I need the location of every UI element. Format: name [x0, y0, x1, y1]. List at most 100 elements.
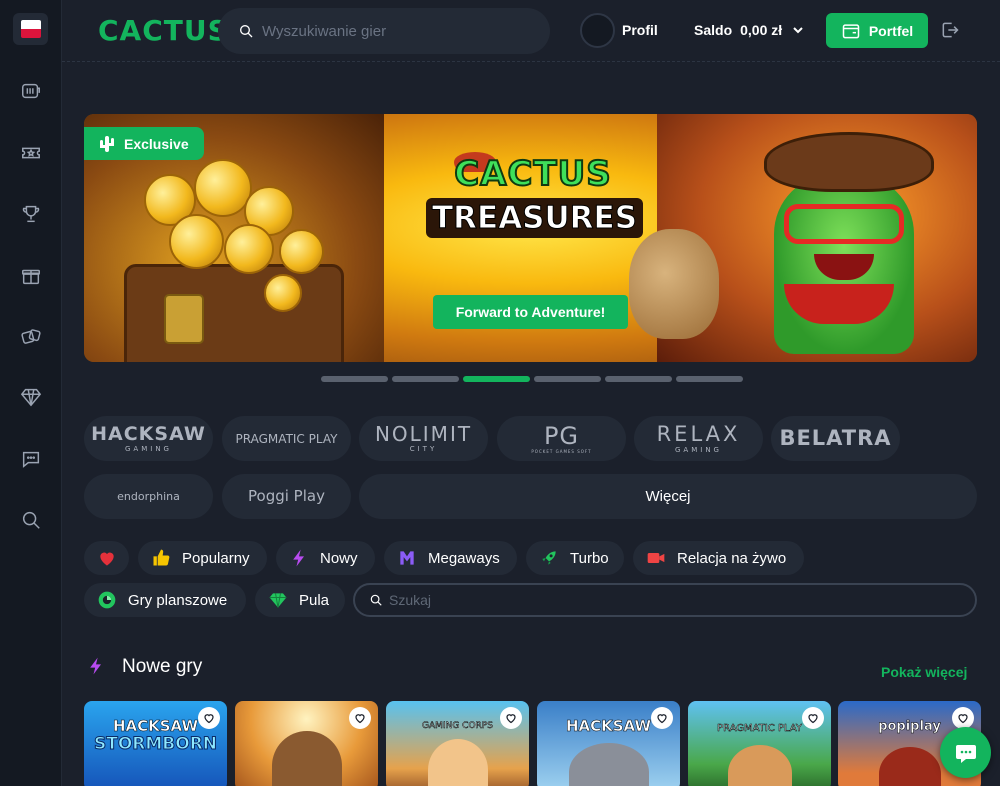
balance-dropdown[interactable]: Saldo 0,00 zł	[694, 22, 804, 38]
gold-coin	[169, 214, 224, 269]
heart-icon	[808, 714, 818, 724]
category-new[interactable]: Nowy	[276, 541, 375, 575]
promo-banner[interactable]: Exclusive CACTUS TREASURES Forward to Ad…	[84, 114, 977, 362]
logo[interactable]: CACTUS	[98, 14, 229, 47]
slot-machine-icon[interactable]	[17, 77, 45, 105]
live-chat-button[interactable]	[940, 727, 991, 778]
provider-poggi[interactable]: Poggi Play	[222, 474, 351, 519]
favorite-button[interactable]	[952, 707, 974, 729]
favorite-button[interactable]	[500, 707, 522, 729]
mascot-glasses	[784, 204, 904, 244]
favorite-button[interactable]	[349, 707, 371, 729]
game-card[interactable]: PRAGMATIC PLAY	[688, 701, 831, 786]
category-label: Gry planszowe	[128, 591, 228, 609]
slide-dot[interactable]	[534, 376, 601, 382]
search-icon[interactable]	[17, 506, 45, 534]
section-title: Nowe gry	[122, 656, 203, 677]
category-board-games[interactable]: Gry planszowe	[84, 583, 246, 617]
megaways-icon	[396, 547, 418, 569]
balance-label: Saldo	[694, 22, 733, 38]
sidebar	[0, 0, 62, 786]
live-camera-icon	[645, 547, 667, 569]
banner-cta-button[interactable]: Forward to Adventure!	[433, 295, 628, 329]
wallet-button[interactable]: Portfel	[826, 13, 928, 48]
game-card[interactable]: HACKSAW STORMBORN	[84, 701, 227, 786]
provider-name: PG	[543, 421, 580, 450]
game-title: STORMBORN	[93, 734, 218, 755]
category-search-input[interactable]	[389, 592, 949, 608]
board-games-icon	[96, 589, 118, 611]
polish-flag-icon	[20, 20, 41, 38]
provider-pg[interactable]: PG POCKET GAMES SOFT	[497, 416, 626, 461]
chat-bubble-icon	[955, 744, 976, 763]
game-card[interactable]: HACKSAW	[537, 701, 680, 786]
language-selector[interactable]	[13, 13, 48, 45]
game-character	[878, 747, 941, 786]
provider-name: NOLIMIT	[374, 422, 473, 446]
favorite-button[interactable]	[802, 707, 824, 729]
lightning-icon	[288, 547, 310, 569]
provider-relax[interactable]: RELAX GAMING	[634, 416, 763, 461]
favorites-chip[interactable]	[84, 541, 129, 575]
logout-icon	[942, 22, 959, 38]
slide-dot[interactable]	[321, 376, 388, 382]
slide-dot[interactable]	[676, 376, 743, 382]
slide-dot[interactable]	[392, 376, 459, 382]
show-more-link[interactable]: Pokaż więcej	[881, 664, 967, 680]
chat-icon[interactable]	[17, 445, 45, 473]
game-card[interactable]	[235, 701, 378, 786]
gold-coin	[224, 224, 274, 274]
dice-icon[interactable]	[17, 323, 45, 351]
logout-button[interactable]	[940, 20, 962, 42]
category-label: Pula	[299, 591, 330, 609]
category-jackpot[interactable]: Pula	[255, 583, 345, 617]
chevron-down-icon	[793, 27, 803, 34]
provider-sub: POCKET GAMES SOFT	[531, 448, 592, 454]
game-card[interactable]: GAMING CORPS	[386, 701, 529, 786]
trophy-icon[interactable]	[17, 200, 45, 228]
game-character	[427, 739, 488, 786]
gift-icon[interactable]	[17, 262, 45, 290]
provider-belatra[interactable]: BELATRA	[771, 416, 900, 461]
avatar[interactable]	[580, 13, 615, 48]
heart-icon	[657, 714, 667, 724]
provider-hacksaw[interactable]: HACKSAW GAMING	[84, 416, 213, 461]
category-megaways[interactable]: Megaways	[384, 541, 517, 575]
provider-name: endorphina	[117, 490, 180, 503]
category-live[interactable]: Relacja na żywo	[633, 541, 804, 575]
category-label: Relacja na żywo	[677, 549, 787, 567]
heart-icon	[958, 714, 968, 724]
search-icon	[370, 594, 382, 606]
provider-name: BELATRA	[779, 426, 892, 450]
heart-icon	[204, 714, 214, 724]
provider-nolimit[interactable]: NOLIMIT CITY	[359, 416, 488, 461]
providers-more-button[interactable]: Więcej	[359, 474, 977, 519]
provider-pragmatic[interactable]: PRAGMATIC PLAY	[222, 416, 351, 461]
provider-endorphina[interactable]: endorphina	[84, 474, 213, 519]
search-icon	[240, 25, 253, 38]
game-search-input[interactable]	[262, 22, 522, 40]
favorite-button[interactable]	[198, 707, 220, 729]
diamond-icon[interactable]	[17, 383, 45, 411]
slide-dot[interactable]	[605, 376, 672, 382]
game-character	[727, 745, 792, 786]
banner-title: CACTUS TREASURES	[426, 153, 644, 274]
category-turbo[interactable]: Turbo	[526, 541, 624, 575]
cowboy-hat	[764, 132, 934, 192]
category-popular[interactable]: Popularny	[138, 541, 267, 575]
coin-bag	[629, 229, 719, 339]
ticket-icon[interactable]	[17, 139, 45, 167]
slide-dot-active[interactable]	[463, 376, 530, 382]
banner-title-line2: TREASURES	[426, 198, 644, 238]
provider-sub: GAMING	[125, 444, 172, 453]
game-search[interactable]	[218, 8, 550, 54]
category-search[interactable]	[353, 583, 977, 617]
wallet-icon	[842, 23, 860, 38]
favorite-button[interactable]	[651, 707, 673, 729]
profile-link[interactable]: Profil	[622, 22, 658, 38]
chest-lock	[164, 294, 204, 344]
category-label: Megaways	[428, 549, 500, 567]
provider-name: PRAGMATIC PLAY	[235, 431, 338, 446]
provider-name: RELAX	[656, 421, 741, 446]
exclusive-badge: Exclusive	[84, 127, 204, 160]
